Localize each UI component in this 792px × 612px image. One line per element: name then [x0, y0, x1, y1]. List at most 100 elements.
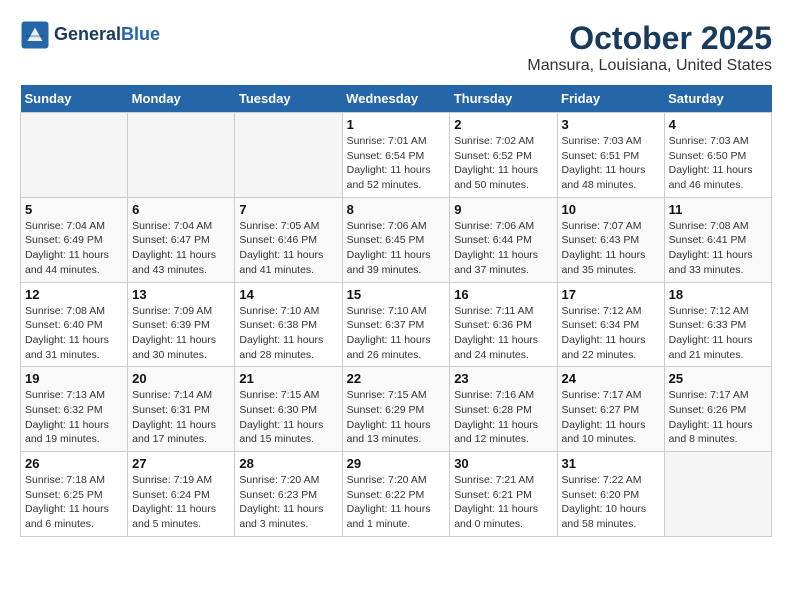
calendar-cell	[235, 113, 342, 198]
day-number: 31	[562, 456, 660, 471]
calendar-week-row: 12Sunrise: 7:08 AM Sunset: 6:40 PM Dayli…	[21, 282, 772, 367]
calendar-cell: 30Sunrise: 7:21 AM Sunset: 6:21 PM Dayli…	[450, 452, 557, 537]
calendar-cell: 4 Sunrise: 7:03 AM Sunset: 6:50 PM Daylig…	[664, 113, 771, 198]
day-info: Sunrise: 7:03 AM Sunset: 6:50 PM Dayligh…	[669, 134, 767, 193]
day-info: Sunrise: 7:09 AM Sunset: 6:39 PM Dayligh…	[132, 304, 230, 363]
day-number: 22	[347, 371, 446, 386]
calendar-cell: 18Sunrise: 7:12 AM Sunset: 6:33 PM Dayli…	[664, 282, 771, 367]
day-number: 10	[562, 202, 660, 217]
day-info: Sunrise: 7:04 AM Sunset: 6:47 PM Dayligh…	[132, 219, 230, 278]
day-number: 21	[239, 371, 337, 386]
weekday-header-saturday: Saturday	[664, 85, 771, 113]
page-header: GeneralBlue October 2025 Mansura, Louisi…	[20, 20, 772, 75]
logo-general: General	[54, 24, 121, 44]
day-number: 15	[347, 287, 446, 302]
calendar-cell: 11Sunrise: 7:08 AM Sunset: 6:41 PM Dayli…	[664, 197, 771, 282]
calendar-cell: 1 Sunrise: 7:01 AM Sunset: 6:54 PM Daylig…	[342, 113, 450, 198]
day-number: 3	[562, 117, 660, 132]
calendar-cell	[664, 452, 771, 537]
day-info: Sunrise: 7:20 AM Sunset: 6:23 PM Dayligh…	[239, 473, 337, 532]
calendar-cell: 10 Sunrise: 7:07 AM Sunset: 6:43 PM Dayli…	[557, 197, 664, 282]
day-info: Sunrise: 7:22 AM Sunset: 6:20 PM Dayligh…	[562, 473, 660, 532]
day-info: Sunrise: 7:15 AM Sunset: 6:30 PM Dayligh…	[239, 388, 337, 447]
calendar-cell: 14Sunrise: 7:10 AM Sunset: 6:38 PM Dayli…	[235, 282, 342, 367]
day-number: 5	[25, 202, 123, 217]
day-number: 9	[454, 202, 552, 217]
day-info: Sunrise: 7:02 AM Sunset: 6:52 PM Dayligh…	[454, 134, 552, 193]
day-info: Sunrise: 7:03 AM Sunset: 6:51 PM Dayligh…	[562, 134, 660, 193]
day-number: 23	[454, 371, 552, 386]
weekday-header-sunday: Sunday	[21, 85, 128, 113]
weekday-header-row: SundayMondayTuesdayWednesdayThursdayFrid…	[21, 85, 772, 113]
logo-blue: Blue	[121, 24, 160, 44]
title-block: October 2025 Mansura, Louisiana, United …	[527, 20, 772, 75]
day-info: Sunrise: 7:18 AM Sunset: 6:25 PM Dayligh…	[25, 473, 123, 532]
day-info: Sunrise: 7:10 AM Sunset: 6:37 PM Dayligh…	[347, 304, 446, 363]
location: Mansura, Louisiana, United States	[527, 57, 772, 75]
day-number: 27	[132, 456, 230, 471]
day-info: Sunrise: 7:06 AM Sunset: 6:45 PM Dayligh…	[347, 219, 446, 278]
day-info: Sunrise: 7:06 AM Sunset: 6:44 PM Dayligh…	[454, 219, 552, 278]
weekday-header-monday: Monday	[128, 85, 235, 113]
day-info: Sunrise: 7:12 AM Sunset: 6:34 PM Dayligh…	[562, 304, 660, 363]
day-number: 7	[239, 202, 337, 217]
calendar-cell: 22 Sunrise: 7:15 AM Sunset: 6:29 PM Dayli…	[342, 367, 450, 452]
calendar-cell: 6Sunrise: 7:04 AM Sunset: 6:47 PM Daylig…	[128, 197, 235, 282]
day-number: 26	[25, 456, 123, 471]
day-info: Sunrise: 7:04 AM Sunset: 6:49 PM Dayligh…	[25, 219, 123, 278]
day-number: 2	[454, 117, 552, 132]
day-number: 12	[25, 287, 123, 302]
day-number: 19	[25, 371, 123, 386]
day-info: Sunrise: 7:20 AM Sunset: 6:22 PM Dayligh…	[347, 473, 446, 532]
day-info: Sunrise: 7:01 AM Sunset: 6:54 PM Dayligh…	[347, 134, 446, 193]
day-number: 4	[669, 117, 767, 132]
calendar-cell: 17 Sunrise: 7:12 AM Sunset: 6:34 PM Dayli…	[557, 282, 664, 367]
day-info: Sunrise: 7:11 AM Sunset: 6:36 PM Dayligh…	[454, 304, 552, 363]
calendar-cell: 26 Sunrise: 7:18 AM Sunset: 6:25 PM Dayli…	[21, 452, 128, 537]
calendar-cell: 19 Sunrise: 7:13 AM Sunset: 6:32 PM Dayli…	[21, 367, 128, 452]
day-number: 28	[239, 456, 337, 471]
day-info: Sunrise: 7:05 AM Sunset: 6:46 PM Dayligh…	[239, 219, 337, 278]
day-number: 18	[669, 287, 767, 302]
calendar-table: SundayMondayTuesdayWednesdayThursdayFrid…	[20, 85, 772, 537]
weekday-header-friday: Friday	[557, 85, 664, 113]
day-number: 17	[562, 287, 660, 302]
day-info: Sunrise: 7:10 AM Sunset: 6:38 PM Dayligh…	[239, 304, 337, 363]
day-info: Sunrise: 7:16 AM Sunset: 6:28 PM Dayligh…	[454, 388, 552, 447]
calendar-cell: 7 Sunrise: 7:05 AM Sunset: 6:46 PM Daylig…	[235, 197, 342, 282]
calendar-cell: 15 Sunrise: 7:10 AM Sunset: 6:37 PM Dayli…	[342, 282, 450, 367]
weekday-header-thursday: Thursday	[450, 85, 557, 113]
day-info: Sunrise: 7:14 AM Sunset: 6:31 PM Dayligh…	[132, 388, 230, 447]
day-number: 29	[347, 456, 446, 471]
calendar-cell	[128, 113, 235, 198]
day-info: Sunrise: 7:19 AM Sunset: 6:24 PM Dayligh…	[132, 473, 230, 532]
calendar-cell: 29 Sunrise: 7:20 AM Sunset: 6:22 PM Dayli…	[342, 452, 450, 537]
weekday-header-tuesday: Tuesday	[235, 85, 342, 113]
day-number: 16	[454, 287, 552, 302]
month-title: October 2025	[527, 20, 772, 57]
calendar-cell: 31 Sunrise: 7:22 AM Sunset: 6:20 PM Dayli…	[557, 452, 664, 537]
calendar-cell: 3 Sunrise: 7:03 AM Sunset: 6:51 PM Daylig…	[557, 113, 664, 198]
calendar-cell: 24 Sunrise: 7:17 AM Sunset: 6:27 PM Dayli…	[557, 367, 664, 452]
calendar-week-row: 1 Sunrise: 7:01 AM Sunset: 6:54 PM Daylig…	[21, 113, 772, 198]
day-info: Sunrise: 7:15 AM Sunset: 6:29 PM Dayligh…	[347, 388, 446, 447]
calendar-cell: 8 Sunrise: 7:06 AM Sunset: 6:45 PM Daylig…	[342, 197, 450, 282]
day-info: Sunrise: 7:07 AM Sunset: 6:43 PM Dayligh…	[562, 219, 660, 278]
calendar-cell	[21, 113, 128, 198]
day-info: Sunrise: 7:17 AM Sunset: 6:26 PM Dayligh…	[669, 388, 767, 447]
calendar-cell: 2 Sunrise: 7:02 AM Sunset: 6:52 PM Daylig…	[450, 113, 557, 198]
day-info: Sunrise: 7:17 AM Sunset: 6:27 PM Dayligh…	[562, 388, 660, 447]
calendar-cell: 5 Sunrise: 7:04 AM Sunset: 6:49 PM Daylig…	[21, 197, 128, 282]
calendar-cell: 20Sunrise: 7:14 AM Sunset: 6:31 PM Dayli…	[128, 367, 235, 452]
day-info: Sunrise: 7:21 AM Sunset: 6:21 PM Dayligh…	[454, 473, 552, 532]
calendar-cell: 28 Sunrise: 7:20 AM Sunset: 6:23 PM Dayli…	[235, 452, 342, 537]
day-number: 24	[562, 371, 660, 386]
day-number: 8	[347, 202, 446, 217]
day-number: 11	[669, 202, 767, 217]
weekday-header-wednesday: Wednesday	[342, 85, 450, 113]
day-info: Sunrise: 7:13 AM Sunset: 6:32 PM Dayligh…	[25, 388, 123, 447]
day-number: 1	[347, 117, 446, 132]
calendar-week-row: 5 Sunrise: 7:04 AM Sunset: 6:49 PM Daylig…	[21, 197, 772, 282]
calendar-cell: 23 Sunrise: 7:16 AM Sunset: 6:28 PM Dayli…	[450, 367, 557, 452]
calendar-week-row: 26 Sunrise: 7:18 AM Sunset: 6:25 PM Dayli…	[21, 452, 772, 537]
